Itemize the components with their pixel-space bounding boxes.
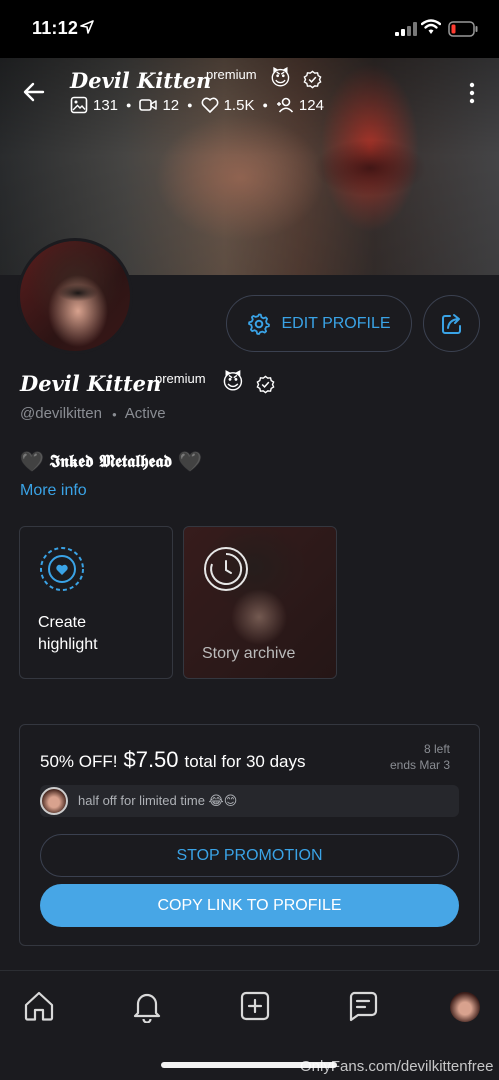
promotion-message: half off for limited time 😂😊 [40, 785, 459, 817]
copy-link-label: COPY LINK TO PROFILE [157, 896, 342, 914]
photo-icon [70, 96, 88, 114]
profile-bio: 🖤 𝕴𝖓𝖐𝖊𝖉 𝕸𝖊𝖙𝖆𝖑𝖍𝖊𝖆𝖉 🖤 [20, 450, 202, 473]
gear-icon [248, 313, 271, 335]
promotion-term: total for 30 days [184, 752, 306, 771]
verified-badge-icon [256, 375, 275, 394]
watermark-text: OnlyFans.com/devilkittenfree [300, 1058, 494, 1075]
story-archive-label: Story archive [202, 645, 296, 662]
stat-photos-value: 131 [93, 96, 119, 114]
wifi-icon [421, 19, 441, 34]
highlight-heart-icon [40, 547, 84, 591]
promotion-meta: 8 left ends Mar 3 [390, 741, 450, 773]
create-highlight-label: Create highlight [38, 614, 98, 653]
tab-home[interactable] [22, 989, 56, 1023]
promotion-left: 8 left [423, 742, 450, 756]
stat-fans-value: 124 [298, 96, 324, 114]
stat-photos: 131 [70, 96, 118, 114]
battery-low-icon [448, 21, 478, 37]
cellular-signal-icon [395, 22, 417, 36]
status-bar: 11:12 [0, 0, 499, 58]
edit-profile-label: EDIT PROFILE [281, 314, 391, 332]
location-arrow-icon [80, 20, 94, 34]
promotion-message-text: half off for limited time 😂😊 [78, 793, 238, 808]
message-icon [349, 991, 378, 1022]
message-avatar [40, 787, 68, 815]
profile-avatar[interactable] [17, 238, 133, 354]
black-heart-icon: 🖤 [178, 451, 202, 473]
stat-likes-value: 1.5K [223, 96, 255, 114]
back-arrow-icon[interactable] [22, 80, 46, 104]
devil-emoji-icon: 😈 [270, 68, 291, 90]
copy-link-button[interactable]: COPY LINK TO PROFILE [40, 884, 459, 927]
promotion-title: 50% OFF! $7.50 total for 30 days [40, 747, 306, 773]
stat-videos: 12 [139, 96, 179, 114]
heart-icon [201, 97, 219, 113]
verified-badge-icon [303, 70, 322, 89]
share-icon [441, 313, 461, 334]
profile-name: Devil Kitten [20, 371, 162, 396]
bio-text: 𝕴𝖓𝖐𝖊𝖉 𝕸𝖊𝖙𝖆𝖑𝖍𝖊𝖆𝖉 [49, 451, 173, 472]
fans-icon [276, 97, 293, 113]
stat-likes: 1.5K [201, 96, 255, 114]
archive-clock-icon [204, 547, 248, 591]
stop-promotion-button[interactable]: STOP PROMOTION [40, 834, 459, 877]
share-button[interactable] [423, 295, 480, 352]
create-highlight-card[interactable]: Create highlight [19, 526, 173, 679]
devil-emoji-icon: 😈 [222, 371, 244, 394]
profile-premium-label: premium [155, 371, 206, 386]
tab-new-post[interactable] [238, 989, 272, 1023]
profile-handle: @devilkitten [20, 405, 102, 422]
header-stats: 131 ● 12 ● 1.5K ● 124 [70, 96, 324, 114]
bell-icon [133, 993, 161, 1024]
header-name: Devil Kitten [70, 68, 212, 93]
profile-handle-row: @devilkitten ● Active [20, 405, 166, 422]
promotion-ends: ends Mar 3 [389, 758, 450, 772]
more-vertical-icon[interactable] [467, 82, 477, 104]
promotion-card: 50% OFF! $7.50 total for 30 days 8 left … [19, 724, 480, 946]
promotion-discount: 50% OFF! [40, 752, 118, 771]
video-icon [139, 99, 158, 111]
status-time: 11:12 [32, 18, 79, 38]
header-premium-label: premium [206, 67, 257, 82]
stop-promotion-label: STOP PROMOTION [176, 846, 323, 864]
tab-messages[interactable] [346, 989, 380, 1023]
promotion-price: $7.50 [123, 747, 179, 772]
profile-status: Active [124, 405, 166, 422]
plus-square-icon [240, 991, 270, 1021]
black-heart-icon: 🖤 [20, 451, 44, 473]
more-info-link[interactable]: More info [20, 482, 87, 500]
story-archive-card[interactable]: Story archive [183, 526, 337, 679]
stat-fans: 124 [276, 96, 324, 114]
tab-notifications[interactable] [130, 989, 164, 1024]
home-icon [24, 991, 54, 1021]
edit-profile-button[interactable]: EDIT PROFILE [226, 295, 412, 352]
stat-videos-value: 12 [162, 96, 180, 114]
tab-profile-avatar[interactable] [450, 992, 480, 1022]
